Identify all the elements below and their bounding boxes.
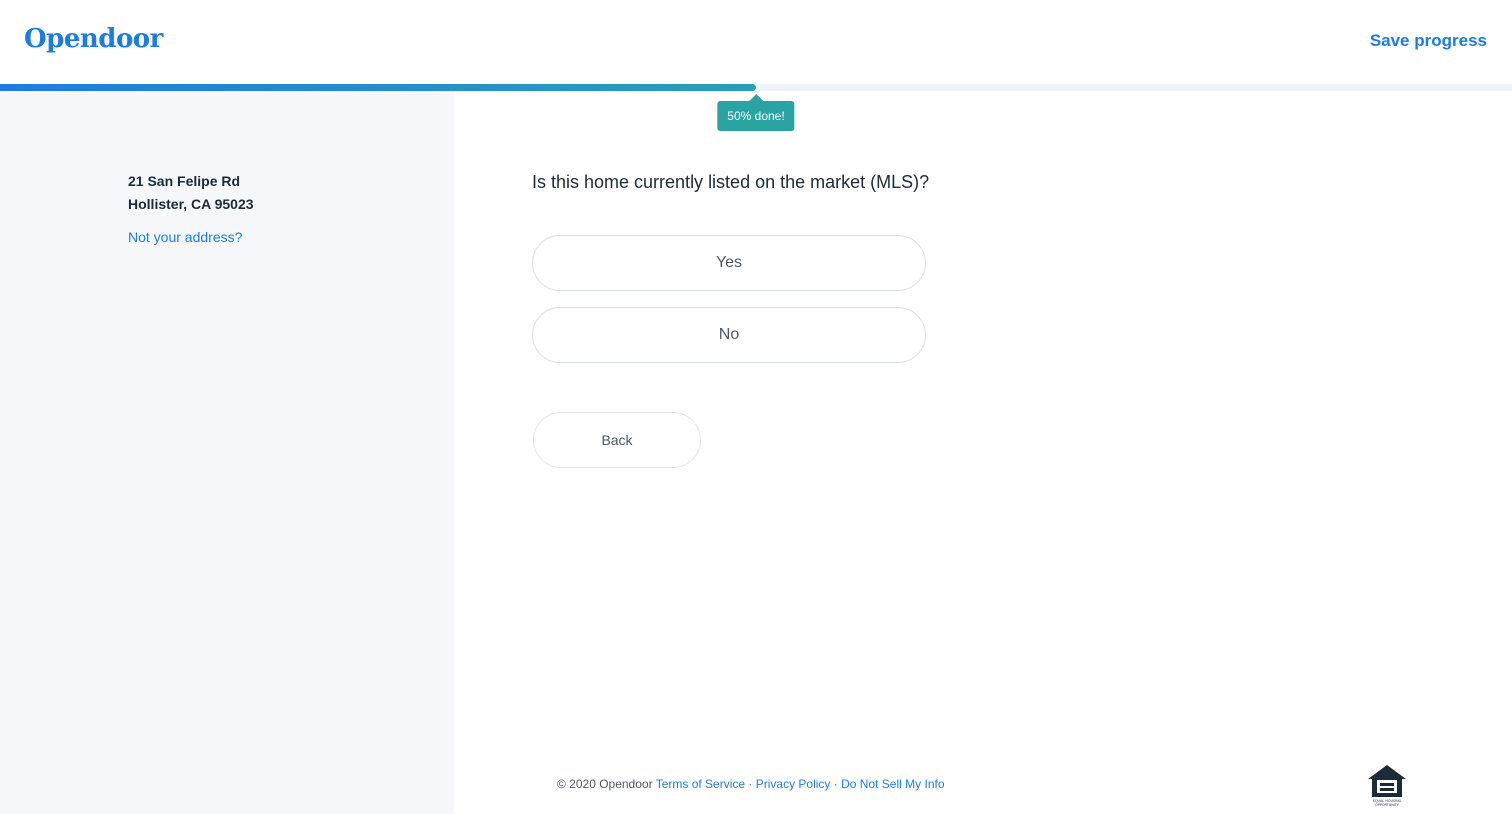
- address-line-1: 21 San Felipe Rd: [128, 173, 241, 189]
- no-option-button[interactable]: No: [532, 307, 926, 363]
- not-your-address-link[interactable]: Not your address?: [128, 229, 242, 245]
- progress-bar: [0, 84, 1512, 91]
- equal-housing-opportunity-icon: EQUAL HOUSING OPPORTUNITY: [1368, 765, 1406, 807]
- do-not-sell-link[interactable]: Do Not Sell My Info: [841, 777, 944, 791]
- address-line-2: Hollister, CA 95023: [128, 196, 254, 212]
- back-button[interactable]: Back: [533, 412, 701, 468]
- header: Opendoor Save progress: [0, 0, 1512, 84]
- save-progress-link[interactable]: Save progress: [1370, 31, 1487, 51]
- svg-text:OPPORTUNITY: OPPORTUNITY: [1375, 803, 1400, 807]
- yes-option-button[interactable]: Yes: [532, 235, 926, 291]
- copyright-text: © 2020 Opendoor: [557, 777, 653, 791]
- privacy-policy-link[interactable]: Privacy Policy: [756, 777, 831, 791]
- question-title: Is this home currently listed on the mar…: [532, 172, 930, 192]
- footer-separator: ·: [833, 777, 838, 791]
- progress-tooltip: 50% done!: [717, 94, 795, 131]
- opendoor-logo[interactable]: Opendoor: [24, 24, 163, 54]
- footer-separator: ·: [748, 777, 753, 791]
- terms-of-service-link[interactable]: Terms of Service: [656, 777, 745, 791]
- sidebar: 21 San Felipe Rd Hollister, CA 95023 Not…: [0, 91, 454, 814]
- progress-fill: [0, 84, 756, 91]
- footer: © 2020 Opendoor Terms of Service · Priva…: [557, 777, 945, 791]
